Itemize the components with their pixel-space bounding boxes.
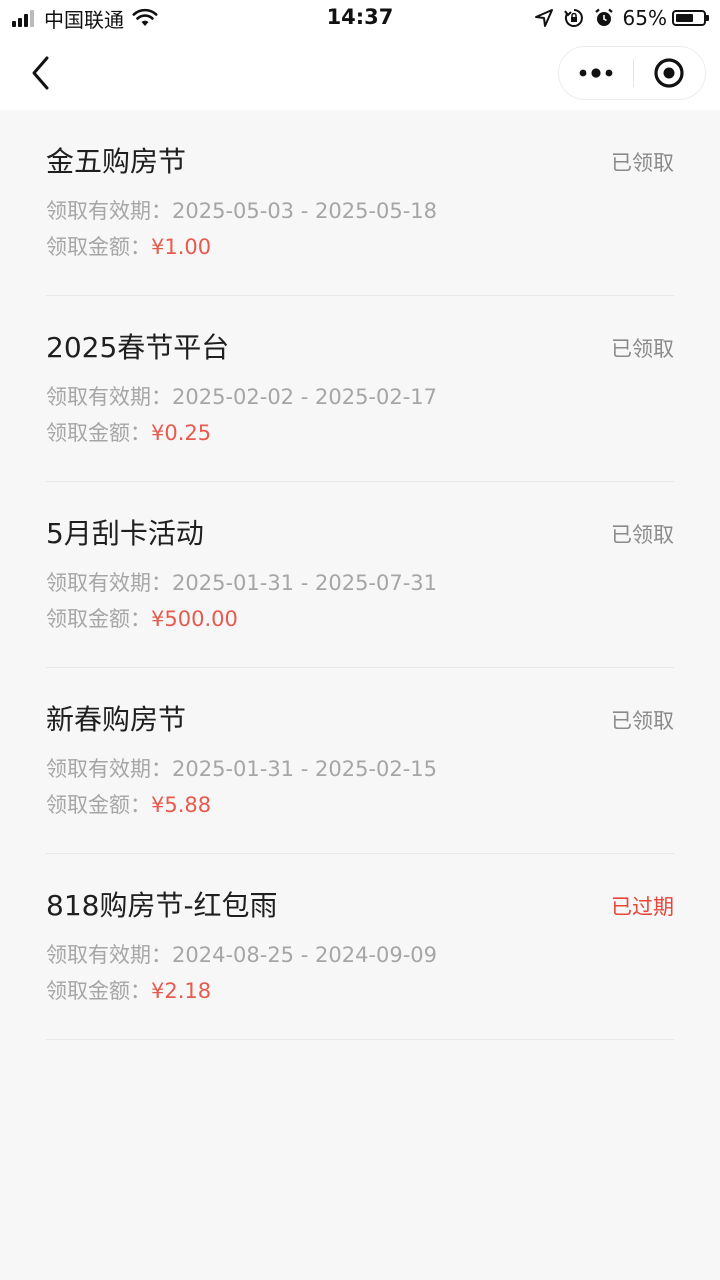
status-badge: 已领取: [611, 151, 674, 175]
mini-program-capsule: [558, 46, 706, 100]
validity-label: 领取有效期：: [46, 571, 172, 595]
alarm-icon: [594, 8, 613, 26]
amount-line: 领取金额：¥5.88: [46, 790, 211, 820]
amount-value: ¥1.00: [151, 235, 212, 259]
validity-label: 领取有效期：: [46, 757, 172, 781]
target-circle-icon: [654, 58, 684, 88]
location-arrow-icon: [534, 9, 553, 27]
amount-line: 领取金额：¥0.25: [46, 418, 211, 448]
back-button[interactable]: [22, 52, 58, 94]
status-badge: 已领取: [611, 523, 674, 547]
close-mini-program-button[interactable]: [634, 47, 706, 99]
amount-value: ¥0.25: [151, 421, 212, 445]
amount-value: ¥2.18: [151, 979, 212, 1003]
battery-percent: 65%: [622, 6, 667, 30]
more-button[interactable]: [559, 47, 633, 99]
amount-value: ¥500.00: [151, 607, 238, 631]
validity-end: 2025-02-17: [314, 385, 438, 409]
validity-start: 2025-01-31: [172, 757, 295, 781]
list-item[interactable]: 5月刮卡活动 已领取 领取有效期：2025-01-31 - 2025-07-31…: [46, 482, 674, 668]
validity-label: 领取有效期：: [46, 199, 172, 223]
validity-line: 领取有效期：2024-08-25 - 2024-09-09: [46, 943, 438, 967]
validity-end: 2025-05-18: [314, 199, 438, 223]
item-title: 金五购房节: [46, 145, 187, 178]
more-dots-icon: [579, 68, 613, 78]
validity-label: 领取有效期：: [46, 385, 172, 409]
chevron-left-icon: [32, 56, 49, 90]
status-right: 65%: [525, 5, 709, 31]
item-title: 818购房节-红包雨: [46, 889, 278, 922]
amount-label: 领取金额：: [46, 607, 151, 631]
status-bar: 中国联通 14:37 65%: [0, 0, 720, 36]
amount-line: 领取金额：¥1.00: [46, 232, 211, 262]
validity-line: 领取有效期：2025-01-31 - 2025-07-31: [46, 571, 438, 595]
status-badge-expired: 已过期: [611, 895, 674, 919]
status-badge: 已领取: [611, 337, 674, 361]
battery-icon: [672, 10, 709, 26]
validity-start: 2025-01-31: [172, 571, 295, 595]
validity-label: 领取有效期：: [46, 943, 172, 967]
list-item[interactable]: 818购房节-红包雨 已过期 领取有效期：2024-08-25 - 2024-0…: [46, 854, 674, 1040]
amount-value: ¥5.88: [151, 793, 212, 817]
list-item[interactable]: 金五购房节 已领取 领取有效期：2025-05-03 - 2025-05-18 …: [46, 110, 674, 296]
validity-line: 领取有效期：2025-02-02 - 2025-02-17: [46, 385, 438, 409]
validity-start: 2024-08-25: [172, 943, 295, 967]
validity-end: 2024-09-09: [314, 943, 438, 967]
item-title: 2025春节平台: [46, 331, 230, 364]
amount-label: 领取金额：: [46, 793, 151, 817]
rotation-lock-icon: [563, 9, 583, 27]
amount-label: 领取金额：: [46, 979, 151, 1003]
validity-end: 2025-07-31: [314, 571, 438, 595]
validity-start: 2025-02-02: [172, 385, 295, 409]
amount-line: 领取金额：¥2.18: [46, 976, 211, 1006]
amount-label: 领取金额：: [46, 421, 151, 445]
validity-start: 2025-05-03: [172, 199, 295, 223]
list-item[interactable]: 2025春节平台 已领取 领取有效期：2025-02-02 - 2025-02-…: [46, 296, 674, 482]
red-packet-list: 金五购房节 已领取 领取有效期：2025-05-03 - 2025-05-18 …: [46, 110, 674, 1040]
amount-label: 领取金额：: [46, 235, 151, 259]
amount-line: 领取金额：¥500.00: [46, 604, 238, 634]
validity-line: 领取有效期：2025-01-31 - 2025-02-15: [46, 757, 438, 781]
item-title: 新春购房节: [46, 703, 187, 736]
validity-end: 2025-02-15: [314, 757, 438, 781]
validity-line: 领取有效期：2025-05-03 - 2025-05-18: [46, 199, 438, 223]
item-title: 5月刮卡活动: [46, 517, 204, 550]
list-item[interactable]: 新春购房节 已领取 领取有效期：2025-01-31 - 2025-02-15 …: [46, 668, 674, 854]
status-badge: 已领取: [611, 709, 674, 733]
top-bar: 中国联通 14:37 65%: [0, 0, 720, 110]
